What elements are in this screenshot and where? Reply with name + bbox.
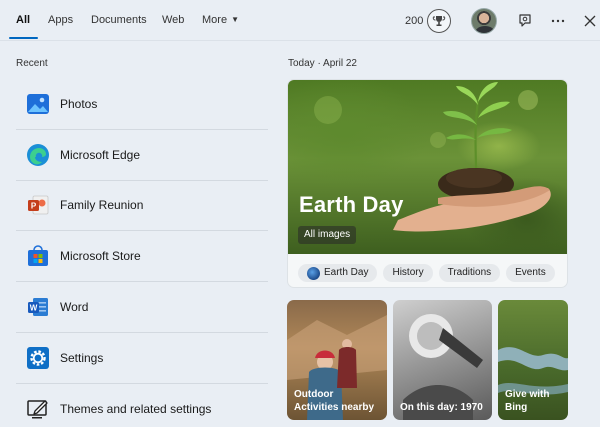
today-date: April 22 xyxy=(323,58,357,69)
rewards-points[interactable]: 200 xyxy=(405,15,423,27)
recent-item-label: Settings xyxy=(60,350,104,365)
card-outdoor-activities[interactable]: Outdoor Activities nearby xyxy=(287,300,387,420)
powerpoint-icon: P xyxy=(25,192,51,218)
card-label: On this day: 1970 xyxy=(400,401,483,413)
globe-icon xyxy=(307,266,320,280)
hero-title: Earth Day xyxy=(299,192,404,217)
card-label: Give with Bing xyxy=(505,389,550,413)
recent-item-settings[interactable]: Settings xyxy=(16,333,268,384)
tab-web[interactable]: Web xyxy=(162,14,184,26)
recent-item-family-reunion[interactable]: P Family Reunion xyxy=(16,181,268,232)
chip-label: Earth Day xyxy=(324,267,369,278)
active-tab-indicator xyxy=(9,37,38,39)
tab-apps[interactable]: Apps xyxy=(48,14,73,26)
tab-all[interactable]: All xyxy=(16,14,30,26)
ellipsis-icon[interactable] xyxy=(549,12,567,30)
recent-item-themes[interactable]: Themes and related settings xyxy=(16,384,268,427)
chevron-down-icon: ▼ xyxy=(231,15,239,24)
settings-icon xyxy=(25,345,51,371)
card-label-line1: Outdoor xyxy=(294,389,334,400)
card-on-this-day[interactable]: On this day: 1970 xyxy=(393,300,492,420)
recent-item-edge[interactable]: Microsoft Edge xyxy=(16,130,268,181)
recent-list: Photos Microsoft Edge P Family Reunion M… xyxy=(16,79,268,427)
svg-text:W: W xyxy=(30,304,38,313)
today-heading: Today · April 22 xyxy=(288,58,357,69)
photos-icon xyxy=(25,91,51,117)
recent-item-label: Word xyxy=(60,300,89,315)
recent-item-label: Microsoft Store xyxy=(60,249,141,264)
recent-item-word[interactable]: W Word xyxy=(16,282,268,333)
chip-earth-day[interactable]: Earth Day xyxy=(298,264,378,282)
card-label: Outdoor Activities nearby xyxy=(294,389,374,414)
all-images-button[interactable]: All images xyxy=(298,226,357,244)
chip-events[interactable]: Events xyxy=(506,264,555,282)
tab-documents[interactable]: Documents xyxy=(91,14,147,26)
recent-item-label: Photos xyxy=(60,96,98,111)
user-avatar[interactable] xyxy=(471,8,497,34)
recent-item-label: Microsoft Edge xyxy=(60,147,141,162)
word-icon: W xyxy=(25,294,51,320)
chip-history[interactable]: History xyxy=(383,264,433,282)
trophy-icon[interactable] xyxy=(427,9,451,33)
today-label: Today xyxy=(288,58,315,69)
tab-more[interactable]: More ▼ xyxy=(202,14,239,26)
chip-traditions[interactable]: Traditions xyxy=(438,264,501,282)
themes-icon xyxy=(25,396,51,422)
feedback-icon[interactable] xyxy=(516,12,534,30)
recent-item-label: Family Reunion xyxy=(60,198,144,213)
topic-chips: Earth Day History Traditions Events xyxy=(298,264,555,282)
svg-text:P: P xyxy=(31,202,37,211)
close-icon[interactable] xyxy=(581,12,599,30)
tab-more-label: More xyxy=(202,14,228,26)
recent-item-store[interactable]: Microsoft Store xyxy=(16,231,268,283)
card-label-line2: Activities nearby xyxy=(294,401,375,413)
earth-day-hero-card[interactable]: Earth Day All images Earth Day History T… xyxy=(287,79,568,288)
card-give-with-bing[interactable]: Give with Bing xyxy=(498,300,568,420)
header-divider xyxy=(0,40,600,41)
recent-heading: Recent xyxy=(16,58,48,69)
recent-item-photos[interactable]: Photos xyxy=(16,79,268,130)
search-scope-bar: All Apps Documents Web More ▼ 200 xyxy=(0,0,600,42)
edge-icon xyxy=(25,142,51,168)
today-separator: · xyxy=(317,58,321,69)
store-icon xyxy=(25,243,51,269)
recent-item-label: Themes and related settings xyxy=(60,402,212,417)
